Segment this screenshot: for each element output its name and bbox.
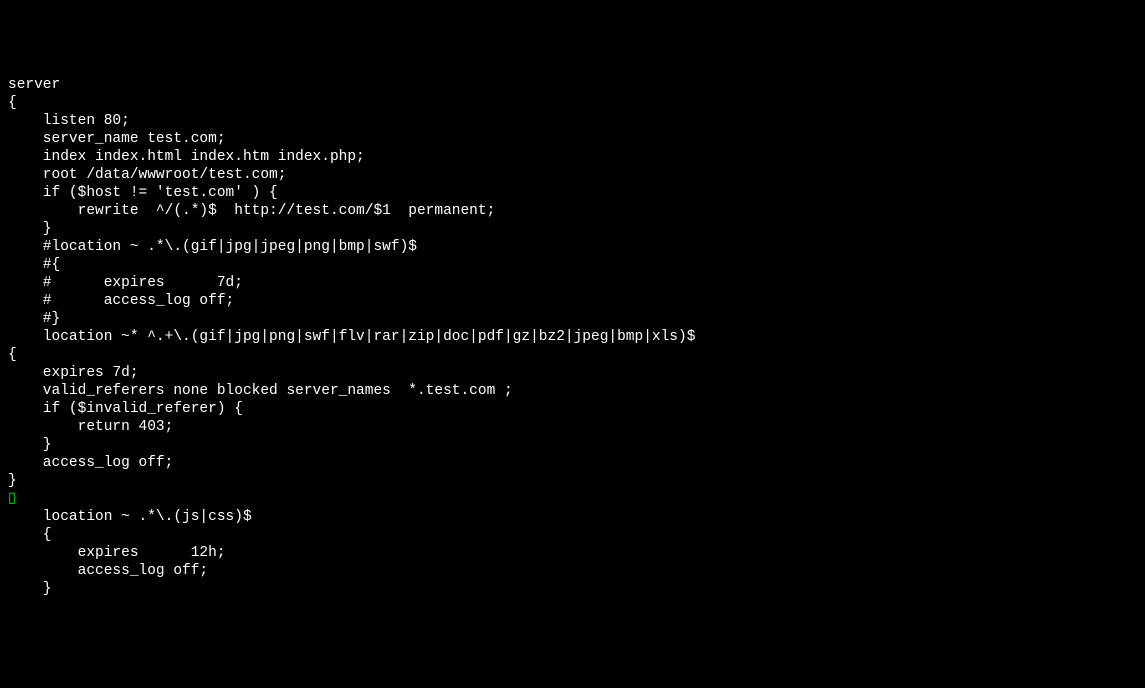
- cursor-icon: ▯: [8, 490, 1137, 508]
- code-line: # access_log off;: [8, 292, 1137, 310]
- code-line: expires 12h;: [8, 544, 1137, 562]
- code-line: server_name test.com;: [8, 130, 1137, 148]
- code-line: {: [8, 526, 1137, 544]
- code-line: # expires 7d;: [8, 274, 1137, 292]
- code-line: return 403;: [8, 418, 1137, 436]
- code-line: listen 80;: [8, 112, 1137, 130]
- code-line: {: [8, 94, 1137, 112]
- code-line: {: [8, 346, 1137, 364]
- code-line: location ~* ^.+\.(gif|jpg|png|swf|flv|ra…: [8, 328, 1137, 346]
- code-line: location ~ .*\.(js|css)$: [8, 508, 1137, 526]
- code-line: #location ~ .*\.(gif|jpg|jpeg|png|bmp|sw…: [8, 238, 1137, 256]
- code-line: index index.html index.htm index.php;: [8, 148, 1137, 166]
- code-line: server: [8, 76, 1137, 94]
- code-line: root /data/wwwroot/test.com;: [8, 166, 1137, 184]
- code-line: }: [8, 580, 1137, 598]
- code-line: }: [8, 220, 1137, 238]
- code-line: valid_referers none blocked server_names…: [8, 382, 1137, 400]
- code-line: #}: [8, 310, 1137, 328]
- code-line: #{: [8, 256, 1137, 274]
- code-line: if ($invalid_referer) {: [8, 400, 1137, 418]
- code-line: rewrite ^/(.*)$ http://test.com/$1 perma…: [8, 202, 1137, 220]
- code-line: if ($host != 'test.com' ) {: [8, 184, 1137, 202]
- terminal-output[interactable]: server{ listen 80; server_name test.com;…: [8, 76, 1137, 598]
- code-line: expires 7d;: [8, 364, 1137, 382]
- code-line: }: [8, 436, 1137, 454]
- code-line: access_log off;: [8, 454, 1137, 472]
- code-line: access_log off;: [8, 562, 1137, 580]
- code-line: }: [8, 472, 1137, 490]
